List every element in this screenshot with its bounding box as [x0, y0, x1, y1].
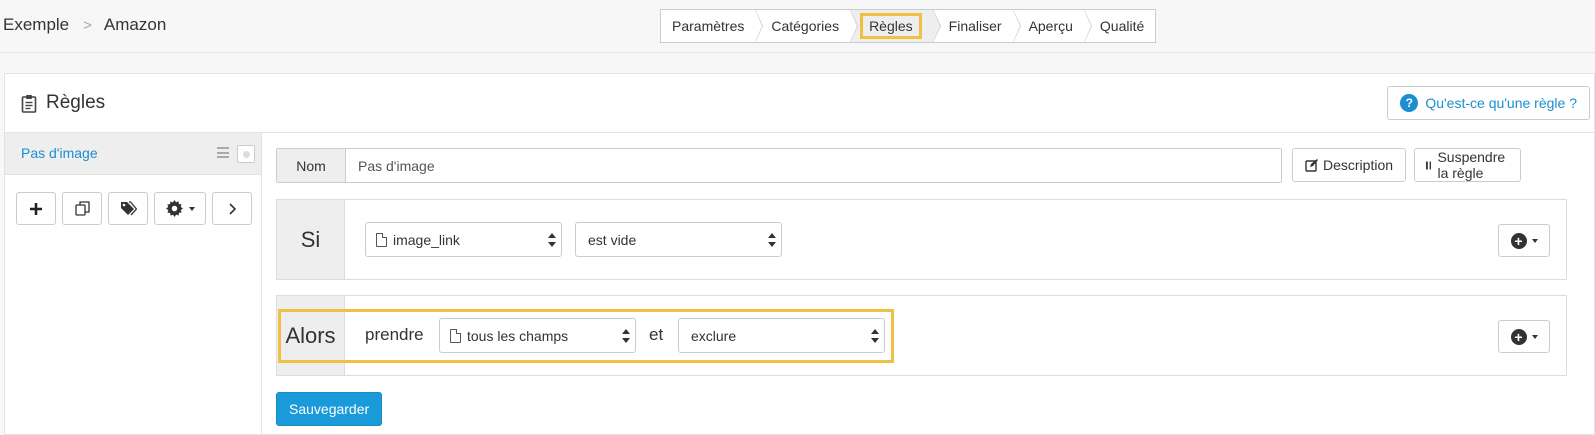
rule-name-group: Nom	[276, 148, 1282, 183]
rule-toolbar	[16, 192, 252, 225]
tags-icon	[120, 201, 137, 216]
clipboard-icon	[21, 94, 37, 113]
rules-sidebar: Pas d'image	[5, 133, 262, 435]
tags-button[interactable]	[108, 192, 148, 225]
help-button-label: Qu'est-ce qu'une règle ?	[1425, 95, 1577, 111]
plus-icon	[30, 202, 42, 215]
breadcrumb-root[interactable]: Exemple	[3, 15, 69, 35]
copy-icon	[74, 201, 90, 216]
sidebar-item-rule[interactable]: Pas d'image	[5, 133, 261, 175]
drag-handle-icon[interactable]	[217, 147, 229, 158]
suspend-rule-button[interactable]: Suspendre la règle	[1414, 148, 1521, 182]
sidebar-item-label: Pas d'image	[21, 145, 98, 161]
panel-title: Règles	[21, 92, 105, 114]
then-block: Alors prendre tous les champs et exclure…	[276, 295, 1567, 376]
save-button[interactable]: Sauvegarder	[276, 392, 383, 426]
select-arrows-icon	[768, 233, 776, 247]
step-qualite[interactable]: Qualité	[1084, 10, 1155, 42]
breadcrumb: Exemple > Amazon	[3, 15, 166, 35]
plus-circle-icon: +	[1510, 328, 1527, 345]
rule-name-label: Nom	[277, 149, 346, 182]
chevron-down-icon	[1531, 334, 1538, 339]
rule-toggle[interactable]	[237, 145, 255, 163]
help-button[interactable]: ? Qu'est-ce qu'une règle ?	[1387, 86, 1590, 120]
next-button[interactable]	[212, 192, 252, 225]
add-condition-button[interactable]: +	[1498, 224, 1550, 257]
panel-title-text: Règles	[46, 92, 106, 113]
breadcrumb-current: Amazon	[103, 15, 167, 34]
wizard-steps: Paramètres Catégories Règles Finaliser A…	[660, 9, 1157, 43]
highlight-box	[278, 309, 894, 363]
rule-name-input[interactable]	[346, 149, 1281, 182]
if-field-select[interactable]: image_link	[365, 222, 562, 257]
description-button[interactable]: Description	[1292, 148, 1407, 182]
add-action-button[interactable]: +	[1498, 320, 1550, 353]
question-icon: ?	[1400, 94, 1419, 112]
plus-circle-icon: +	[1510, 232, 1527, 249]
add-rule-button[interactable]	[16, 192, 56, 225]
if-operator-select[interactable]: est vide	[575, 222, 782, 257]
edit-icon	[1305, 158, 1318, 172]
chevron-down-icon	[188, 206, 195, 211]
duplicate-rule-button[interactable]	[62, 192, 102, 225]
suspend-label: Suspendre la règle	[1437, 149, 1506, 181]
step-regles[interactable]: Règles	[850, 9, 941, 43]
step-parametres[interactable]: Paramètres	[661, 9, 764, 43]
description-label: Description	[1323, 157, 1394, 173]
select-arrows-icon	[548, 233, 556, 247]
chevron-down-icon	[1531, 238, 1538, 243]
step-finaliser[interactable]: Finaliser	[933, 9, 1021, 43]
panel-header: Règles ? Qu'est-ce qu'une règle ?	[5, 74, 1594, 133]
save-label: Sauvegarder	[289, 401, 370, 417]
file-icon	[376, 232, 387, 247]
step-apercu[interactable]: Aperçu	[1013, 9, 1093, 43]
chevron-right-icon	[229, 202, 236, 215]
if-block: Si image_link est vide +	[276, 199, 1567, 280]
settings-dropdown-button[interactable]	[154, 192, 206, 225]
gear-icon	[165, 200, 183, 217]
rules-panel: Règles ? Qu'est-ce qu'une règle ? Pas d'…	[4, 73, 1595, 435]
breadcrumb-separator: >	[83, 16, 92, 34]
if-label: Si	[277, 200, 345, 279]
if-field-value: image_link	[393, 231, 460, 248]
pause-icon	[1426, 161, 1432, 169]
step-categories[interactable]: Catégories	[755, 9, 858, 43]
top-bar: Exemple > Amazon Paramètres Catégories R…	[0, 0, 1595, 53]
if-operator-value: est vide	[588, 231, 637, 248]
